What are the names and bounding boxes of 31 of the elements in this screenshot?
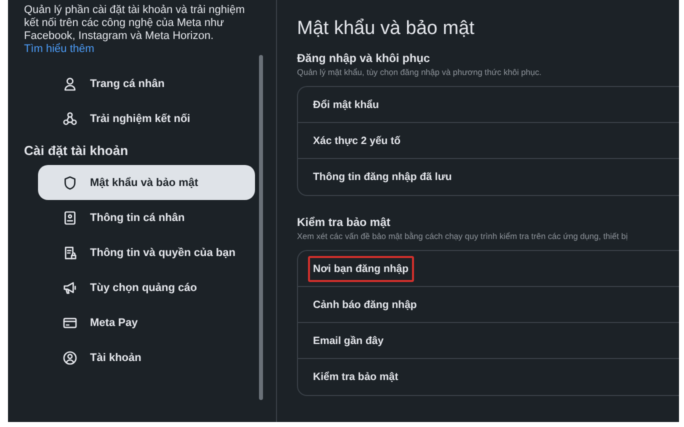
section-heading: Cài đặt tài khoản	[24, 142, 130, 160]
settings-row[interactable]: Xác thực 2 yếu tố	[298, 123, 679, 159]
section-description: Quản lý mật khẩu, tùy chọn đăng nhập và phương thức khôi phục.	[297, 67, 542, 78]
sidebar-item[interactable]: Meta Pay	[38, 305, 255, 340]
sidebar-item[interactable]: Thông tin cá nhân	[38, 200, 255, 235]
section-heading: Kiểm tra bảo mật	[297, 216, 392, 231]
megaphone-icon	[62, 280, 78, 296]
document-lock-icon	[62, 244, 78, 260]
sidebar-item[interactable]: Trang cá nhân	[38, 66, 255, 101]
id-badge-icon	[62, 210, 78, 226]
learn-more-link[interactable]: Tìm hiểu thêm	[24, 43, 94, 55]
person-circle-icon	[62, 350, 78, 366]
person-icon	[62, 76, 78, 92]
sidebar-item[interactable]: Tùy chọn quảng cáo	[38, 270, 255, 305]
sidebar-item[interactable]: Trải nghiệm kết nối	[38, 101, 255, 136]
section-description: Xem xét các vấn đề bảo mật bằng cách chạy quy trình kiểm tra trên các ứng dụng, thiết bị	[297, 231, 629, 242]
settings-row[interactable]: Nơi bạn đăng nhập	[298, 251, 679, 287]
settings-row[interactable]: Email gần đây	[298, 323, 679, 359]
settings-row[interactable]: Đổi mật khẩu	[298, 87, 679, 123]
sidebar-description: Quản lý phần cài đặt tài khoản và trải nghiệm kết nối trên các công nghệ của Meta như Facebook, Instagram và Meta Horizon. Tìm hiểu thêm	[24, 4, 246, 56]
shield-icon	[62, 174, 78, 190]
settings-row[interactable]: Thông tin đăng nhập đã lưu	[298, 159, 679, 195]
sidebar-item[interactable]: Tài khoản	[38, 340, 255, 375]
sidebar-item[interactable]: Thông tin và quyền của bạn	[38, 235, 255, 270]
sidebar-item[interactable]: Mật khẩu và bảo mật	[38, 165, 255, 200]
people-network-icon	[62, 110, 78, 126]
page-title: Mật khẩu và bảo mật	[297, 17, 476, 41]
settings-row[interactable]: Kiểm tra bảo mật	[298, 359, 679, 395]
scrollbar[interactable]	[259, 55, 263, 400]
section-heading: Đăng nhập và khôi phục	[297, 52, 431, 67]
settings-row[interactable]: Cảnh báo đăng nhập	[298, 287, 679, 323]
